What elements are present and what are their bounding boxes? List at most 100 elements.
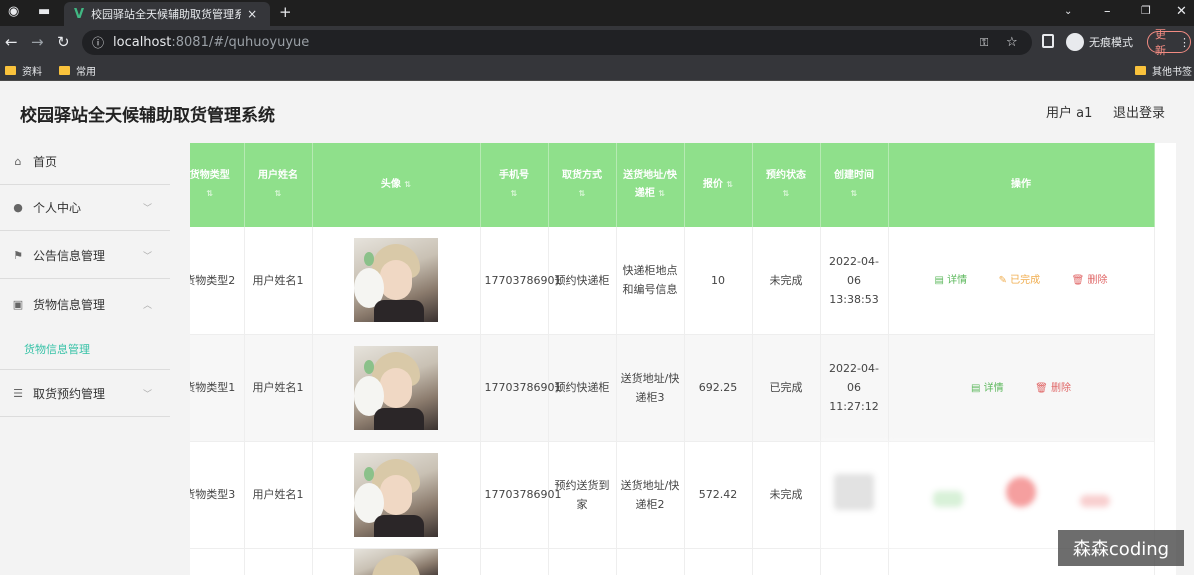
- bookmark-label: 资料: [22, 67, 42, 78]
- minimize-icon[interactable]: –: [1104, 4, 1111, 19]
- table-header-row: 货物类型 ⇅ 用户姓名 ⇅ 头像 ⇅ 手机号 ⇅ 取货方式 ⇅ 送货地址/快递柜 ⇅ 报…: [190, 143, 1155, 227]
- column-header[interactable]: 报价 ⇅: [684, 143, 753, 227]
- current-user: 用户 a1: [1046, 106, 1093, 121]
- cell-status: 已完成: [752, 334, 821, 442]
- avatar: [354, 345, 438, 430]
- site-info-icon[interactable]: ⓘ: [92, 34, 104, 51]
- key-icon[interactable]: ⚿: [980, 36, 988, 50]
- cell-address: 送货地址/快递柜3: [616, 334, 685, 442]
- detail-button[interactable]: ▤ 详情: [971, 379, 1004, 398]
- more-menu-icon[interactable]: ⋮: [1179, 36, 1190, 49]
- sort-icon: ⇅: [206, 189, 214, 198]
- update-button[interactable]: 更新 ⋮: [1147, 28, 1191, 57]
- sort-icon: ⇅: [274, 189, 282, 198]
- delete-button[interactable]: 🗑 删除: [1035, 379, 1071, 398]
- bookmark-folder-2[interactable]: 常用: [59, 63, 96, 78]
- avatar: [354, 548, 438, 575]
- document-icon: ▤: [970, 382, 984, 394]
- chevron-up-icon: ︿: [142, 300, 152, 311]
- complete-button[interactable]: ✎ 已完成: [999, 271, 1041, 290]
- cell-status: 未完成: [752, 441, 821, 549]
- column-header[interactable]: 创建时间 ⇅: [820, 143, 889, 227]
- new-tab-button[interactable]: +: [279, 3, 292, 21]
- table-row: 货物类型1 用户姓名1 17703786901 预约快递柜 送货地址/快递柜3 …: [190, 334, 1155, 442]
- tab-close-icon[interactable]: ×: [247, 7, 257, 21]
- sort-icon: ⇅: [578, 189, 586, 198]
- sidebar-item-home[interactable]: ⌂ 首页: [0, 139, 170, 185]
- address-bar: ← → ↻ ⓘ localhost:8081/#/quhuoyuyue ⚿ ☆ …: [0, 26, 1194, 59]
- sidebar-item-goods[interactable]: ▣ 货物信息管理 ︿: [0, 281, 170, 327]
- flag-icon: ⚑: [13, 249, 23, 262]
- vue-logo-icon: V: [74, 6, 85, 22]
- cell-time: 2022-04-06 13:38:53: [820, 227, 889, 335]
- user-icon: ●: [13, 201, 23, 214]
- cell-address: 快递柜地点和编号信息: [616, 227, 685, 335]
- document-icon: ▤: [934, 275, 948, 287]
- cell-type: 货物类型3: [190, 441, 245, 549]
- sidebar-divider: [0, 369, 170, 370]
- cell-time: 2022-04-06 11:27:12: [820, 334, 889, 442]
- column-header[interactable]: 手机号 ⇅: [480, 143, 549, 227]
- cell-avatar: [312, 227, 481, 335]
- sidebar-item-profile[interactable]: ● 个人中心 ﹀: [0, 185, 170, 231]
- cell-time: [820, 441, 889, 549]
- bookmark-folder-1[interactable]: 资料: [5, 63, 42, 78]
- submenu-goods-info[interactable]: 货物信息管理: [24, 341, 90, 357]
- list-icon: ☰: [13, 387, 23, 400]
- url-host: localhost: [113, 35, 172, 50]
- pickup-table: 货物类型 ⇅ 用户姓名 ⇅ 头像 ⇅ 手机号 ⇅ 取货方式 ⇅ 送货地址/快递柜 ⇅ 报…: [190, 143, 1155, 575]
- cell-ops: ▤ 详情 ✎ 已完成 🗑 删除: [888, 227, 1155, 335]
- tab-search-icon[interactable]: ⌄: [1064, 6, 1072, 17]
- delete-button[interactable]: 🗑 删除: [1072, 271, 1108, 290]
- detail-button[interactable]: [932, 490, 963, 507]
- incognito-label: 无痕模式: [1089, 36, 1133, 49]
- sort-icon: ⇅: [850, 189, 858, 198]
- restore-icon[interactable]: ❐: [1141, 4, 1151, 17]
- cell-avatar: [312, 548, 481, 575]
- forward-icon[interactable]: →: [31, 33, 44, 51]
- chevron-down-icon: ﹀: [142, 204, 152, 214]
- browser-tab[interactable]: V 校园驿站全天候辅助取货管理系 ×: [64, 2, 270, 26]
- cell-ops: ▤ 详情 🗑 删除: [888, 334, 1155, 442]
- cell-user: 用户姓名1: [244, 441, 313, 549]
- side-panel-icon[interactable]: [1042, 34, 1054, 48]
- chevron-down-icon: ﹀: [142, 390, 152, 400]
- sidebar-item-label: 取货预约管理: [33, 387, 106, 401]
- sort-icon: ⇅: [404, 180, 412, 189]
- cell-status: 未完成: [752, 227, 821, 335]
- other-bookmarks[interactable]: 其他书签: [1135, 63, 1192, 78]
- column-header[interactable]: 头像 ⇅: [312, 143, 481, 227]
- table-row: 货物类型3 用户姓名1 17703786901 预约送货到家 送货地址/快递柜2…: [190, 441, 1155, 549]
- column-header[interactable]: 用户姓名 ⇅: [244, 143, 313, 227]
- sidebar-item-notices[interactable]: ⚑ 公告信息管理 ﹀: [0, 233, 170, 279]
- sort-icon: ⇅: [510, 189, 518, 198]
- watermark: 森森coding: [1058, 530, 1184, 566]
- box-icon: ▣: [12, 297, 24, 311]
- column-header[interactable]: 货物类型 ⇅: [190, 143, 245, 227]
- column-header[interactable]: 取货方式 ⇅: [548, 143, 617, 227]
- complete-button[interactable]: [1006, 476, 1036, 507]
- incognito-indicator[interactable]: 无痕模式: [1066, 33, 1133, 51]
- browser-menu-icon[interactable]: ◉: [8, 4, 19, 19]
- star-icon[interactable]: ☆: [1006, 35, 1018, 50]
- table-row: 货物类型2 用户姓名1 17703786901 预约快递柜 快递柜地点和编号信息…: [190, 227, 1155, 335]
- app-header: 校园驿站全天候辅助取货管理系统 用户 a1 退出登录: [0, 81, 1194, 139]
- reload-icon[interactable]: ↻: [57, 33, 70, 51]
- url-field[interactable]: ⓘ localhost:8081/#/quhuoyuyue ⚿ ☆: [82, 30, 1032, 55]
- column-header[interactable]: 预约状态 ⇅: [752, 143, 821, 227]
- home-icon: ⌂: [14, 155, 22, 168]
- back-icon[interactable]: ←: [5, 33, 18, 51]
- column-header[interactable]: 送货地址/快递柜 ⇅: [616, 143, 685, 227]
- chevron-down-icon: ﹀: [142, 252, 152, 262]
- sidebar-item-pickup[interactable]: ☰ 取货预约管理 ﹀: [0, 371, 170, 417]
- close-window-icon[interactable]: ✕: [1176, 4, 1187, 19]
- logout-button[interactable]: 退出登录: [1113, 102, 1165, 121]
- cell-method: 预约快递柜: [548, 334, 617, 442]
- delete-button[interactable]: [1079, 494, 1110, 507]
- detail-button[interactable]: ▤ 详情: [934, 271, 967, 290]
- tab-list-icon[interactable]: ▬: [38, 4, 50, 19]
- cell-price: 10: [684, 227, 753, 335]
- avatar: [354, 238, 438, 323]
- cell-user: 用户姓名1: [244, 227, 313, 335]
- cell-type: 货物类型1: [190, 334, 245, 442]
